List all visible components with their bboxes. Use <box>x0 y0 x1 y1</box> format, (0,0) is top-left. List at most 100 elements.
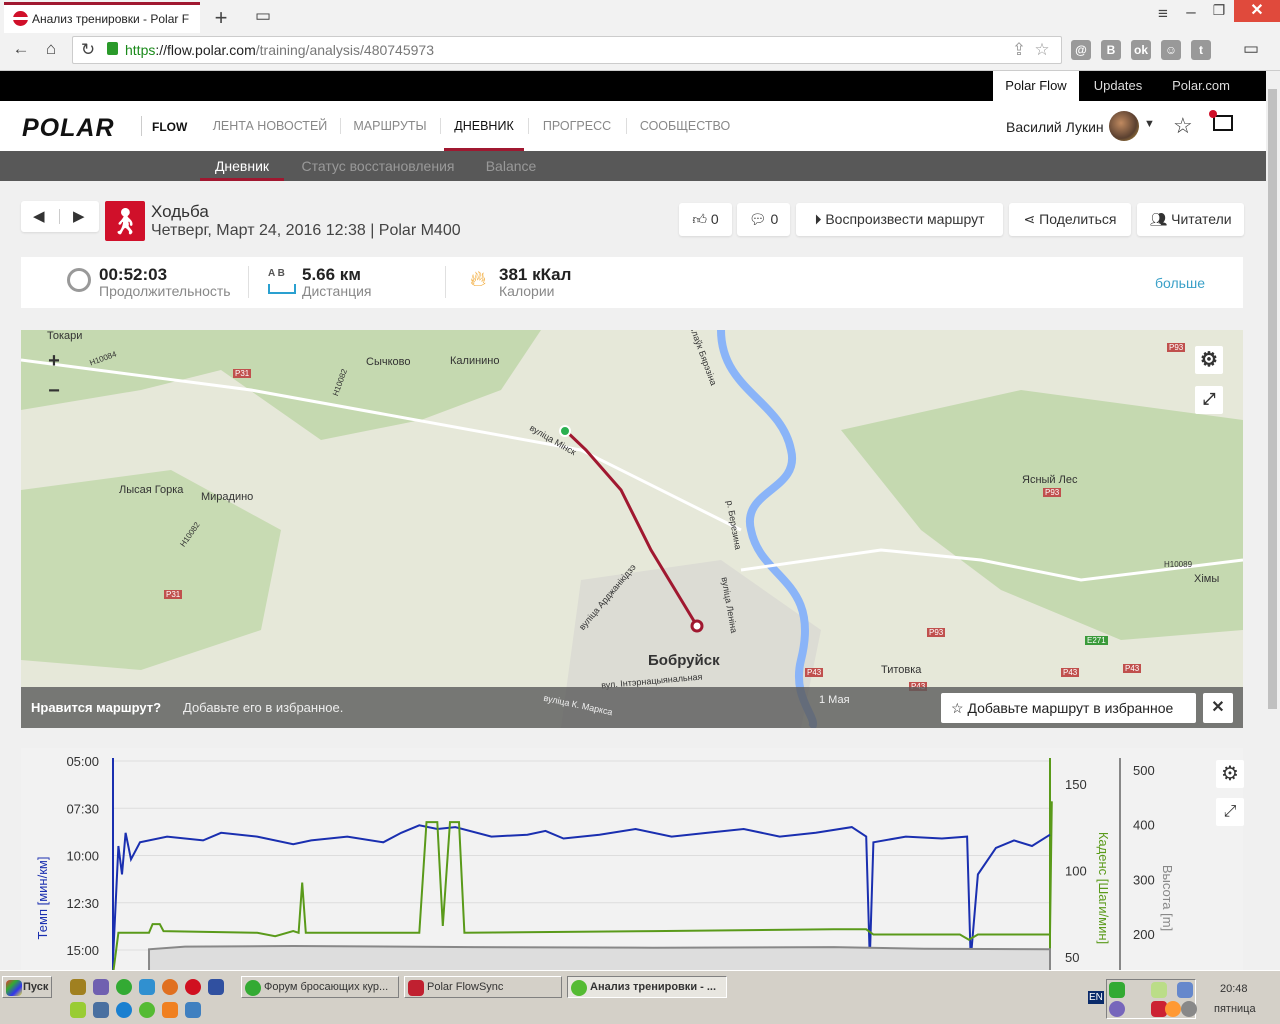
menu-icon[interactable]: ≡ <box>1152 4 1174 24</box>
quicklaunch-icon[interactable] <box>93 979 109 995</box>
home-icon[interactable]: ⌂ <box>40 39 62 59</box>
previous-icon[interactable]: ◀ <box>33 207 45 225</box>
tray-icon[interactable] <box>1151 982 1167 998</box>
thumbs-up-icon: 👍︎ <box>692 211 711 227</box>
opera-icon[interactable] <box>185 979 201 995</box>
quicklaunch-icon[interactable] <box>70 1002 86 1018</box>
share-button[interactable]: ⋖ Поделиться <box>1009 203 1131 236</box>
chart-settings-gear-icon[interactable]: ⚙ <box>1216 760 1244 788</box>
cadence-tick-label: 100 <box>1065 864 1087 879</box>
route-map[interactable]: Токари Сычково Калинино Лысая Горка Мира… <box>21 330 1243 728</box>
save-icon[interactable] <box>208 979 224 995</box>
toplink-polar-com[interactable]: Polar.com <box>1160 71 1242 101</box>
minimize-button[interactable]: – <box>1180 2 1202 22</box>
taskbar-item-forum[interactable]: Форум бросающих кур... <box>241 976 399 998</box>
close-window-button[interactable]: ✕ <box>1234 0 1280 22</box>
zoom-out-button[interactable]: − <box>40 377 68 405</box>
zoom-in-button[interactable]: + <box>40 347 68 375</box>
subnav-balance[interactable]: Balance <box>480 151 542 181</box>
reload-icon[interactable]: ↻ <box>77 40 99 60</box>
volume-icon[interactable] <box>1181 1001 1197 1017</box>
close-banner-button[interactable]: ✕ <box>1203 693 1233 723</box>
cadence-series-line <box>112 801 1053 970</box>
restore-button[interactable]: ❐ <box>1208 2 1230 19</box>
clock-time[interactable]: 20:48 <box>1220 983 1248 995</box>
bookmark-star-icon[interactable]: ☆ <box>1031 40 1053 60</box>
replay-route-button[interactable]: ⏵ Воспроизвести маршрут <box>796 203 1003 236</box>
share-page-icon[interactable]: ⇪ <box>1008 40 1030 60</box>
toplink-updates[interactable]: Updates <box>1082 71 1154 101</box>
scrollbar-thumb[interactable] <box>1268 89 1277 709</box>
messages-icon[interactable] <box>1209 110 1233 131</box>
vk-icon[interactable] <box>93 1002 109 1018</box>
like-button[interactable]: 👍︎ 0 <box>679 203 732 236</box>
next-icon[interactable]: ▶ <box>73 207 85 225</box>
map-terrain <box>21 330 1243 728</box>
duration-label: Продолжительность <box>99 283 231 299</box>
odnoklassniki-icon[interactable] <box>162 1002 178 1018</box>
map-settings-gear-icon[interactable]: ⚙ <box>1195 346 1223 374</box>
quicklaunch-icon[interactable] <box>139 979 155 995</box>
chevron-down-icon[interactable]: ▼ <box>1144 118 1155 130</box>
tray-icon[interactable] <box>1109 982 1125 998</box>
road-label: P93 <box>1043 488 1062 497</box>
mail-icon[interactable]: @ <box>1071 40 1091 60</box>
nav-feed[interactable]: ЛЕНТА НОВОСТЕЙ <box>208 101 332 151</box>
divider <box>59 209 60 224</box>
flame-icon: 🔥︎ <box>470 266 487 291</box>
chrome-icon[interactable] <box>116 979 132 995</box>
cadence-axis-label: Каденс [Шаги/мин] <box>1096 832 1111 944</box>
moimir-icon[interactable]: ☺ <box>1161 40 1181 60</box>
subnav-diary[interactable]: Дневник <box>200 151 284 181</box>
subnav-recovery[interactable]: Статус восстановления <box>296 151 460 181</box>
training-chart[interactable]: 05:00 07:30 10:00 12:30 15:00 150 100 50 500 400 3… <box>21 748 1244 970</box>
language-indicator[interactable]: EN <box>1088 991 1104 1004</box>
comment-button[interactable]: 💬︎ 0 <box>737 203 790 236</box>
banner-question: Нравится маршрут? <box>31 700 162 715</box>
route-end-marker <box>690 619 704 633</box>
user-name[interactable]: Василий Лукин <box>1006 119 1104 135</box>
nav-routes[interactable]: МАРШРУТЫ <box>348 101 432 151</box>
nav-diary[interactable]: ДНЕВНИК <box>444 101 524 151</box>
new-tab-button[interactable]: + <box>210 5 232 31</box>
browser-tab[interactable]: Анализ тренировки - Polar F <box>4 2 200 33</box>
tab-title: Анализ тренировки - Polar F <box>32 12 190 26</box>
map-fullscreen-icon[interactable]: ⤢ <box>1195 386 1223 414</box>
system-tray <box>1106 979 1197 1019</box>
quicklaunch-icon[interactable] <box>70 979 86 995</box>
flowsync-icon <box>408 980 424 996</box>
address-bar[interactable]: ↻ https://flow.polar.com/training/analys… <box>72 36 1062 64</box>
quicklaunch-icon[interactable] <box>185 1002 201 1018</box>
ie-icon[interactable] <box>116 1002 132 1018</box>
favorites-star-icon[interactable]: ☆ <box>1173 113 1193 139</box>
tray-icon[interactable] <box>1109 1001 1125 1017</box>
followers-button[interactable]: 👥︎ Читатели <box>1137 203 1244 236</box>
calories-value: 381 кКал <box>499 265 572 284</box>
chat-icon[interactable]: ▭ <box>1240 39 1262 59</box>
taskbar-item-analysis[interactable]: Анализ тренировки - ... <box>567 976 727 998</box>
chart-fullscreen-icon[interactable]: ⤢ <box>1216 798 1244 826</box>
elevation-tick-label: 500 <box>1133 763 1155 778</box>
more-link[interactable]: больше <box>1155 275 1205 291</box>
stopwatch-icon <box>67 268 91 292</box>
page-scrollbar[interactable] <box>1266 71 1280 970</box>
avatar[interactable] <box>1109 111 1139 141</box>
nav-community[interactable]: СООБЩЕСТВО <box>634 101 736 151</box>
tab-list-icon[interactable]: ▭ <box>252 6 274 26</box>
firefox-icon[interactable] <box>162 979 178 995</box>
nav-progress[interactable]: ПРОГРЕСС <box>536 101 618 151</box>
twitter-icon[interactable]: t <box>1191 40 1211 60</box>
globe-icon[interactable] <box>139 1002 155 1018</box>
windows-logo-icon <box>6 980 22 996</box>
toplink-polar-flow[interactable]: Polar Flow <box>993 71 1079 101</box>
tray-icon[interactable] <box>1165 1001 1181 1017</box>
back-icon[interactable]: ← <box>10 39 32 59</box>
divider <box>340 118 341 134</box>
taskbar-item-flowsync[interactable]: Polar FlowSync <box>404 976 562 998</box>
network-icon[interactable] <box>1177 982 1193 998</box>
polar-logo[interactable]: POLAR <box>22 114 115 143</box>
start-button[interactable]: Пуск <box>2 976 52 998</box>
vk-icon[interactable]: B <box>1101 40 1121 60</box>
add-route-favorite-button[interactable]: ☆ Добавьте маршрут в избранное <box>941 693 1196 723</box>
odnoklassniki-icon[interactable]: ok <box>1131 40 1151 60</box>
